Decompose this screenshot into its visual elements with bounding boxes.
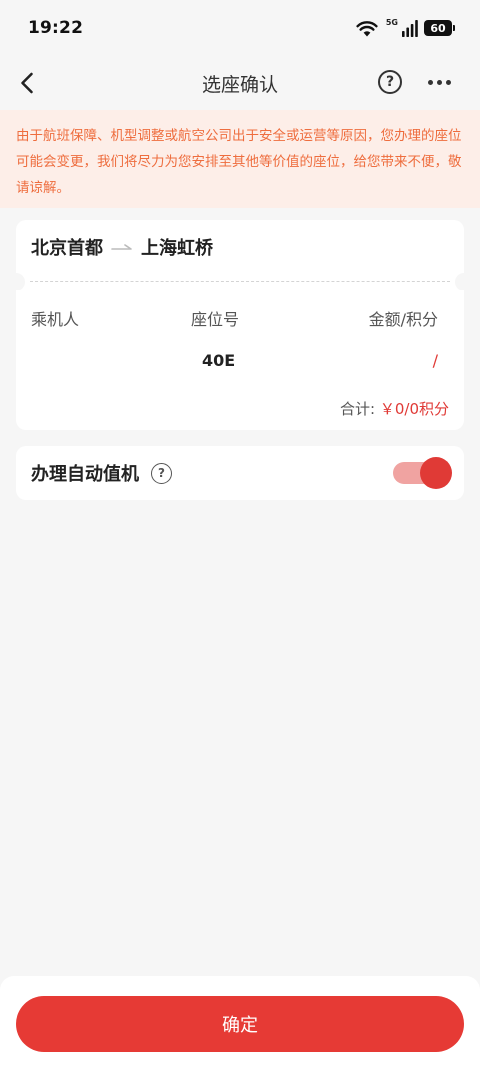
- header-seat: 座位号: [191, 310, 240, 329]
- help-glyph: ?: [385, 74, 395, 90]
- cellular-signal-icon: [402, 19, 418, 37]
- question-mark-icon[interactable]: ?: [151, 462, 172, 484]
- network-type-label: 5G: [385, 17, 398, 27]
- page-title: 选座确认: [201, 73, 278, 96]
- bottom-action-bar: 确定: [0, 976, 480, 1072]
- auto-checkin-card: 办理自动值机 ?: [16, 446, 464, 500]
- confirm-button-label: 确定: [222, 1015, 258, 1036]
- checkin-help-glyph: ?: [158, 466, 165, 480]
- status-icons: 5G 60: [356, 17, 455, 37]
- auto-checkin-label: 办理自动值机: [31, 464, 139, 485]
- status-time: 19:22: [28, 18, 84, 38]
- table-row: 40E /: [31, 351, 438, 373]
- more-options-icon[interactable]: [428, 80, 451, 85]
- auto-checkin-toggle[interactable]: [393, 457, 453, 489]
- battery-level: 60: [430, 21, 446, 35]
- seat-summary-card: 乘机人 座位号 金额/积分 40E / 合计: ￥0/0积分: [16, 290, 464, 430]
- wifi-icon: [356, 20, 378, 36]
- notice-text: 由于航班保障、机型调整或航空公司出于安全或运营等原因，您办理的座位可能会变更，我…: [16, 128, 462, 196]
- nav-bar: 选座确认 ?: [0, 56, 480, 110]
- route-arrow-icon: [111, 244, 132, 250]
- total-line: 合计: ￥0/0积分: [340, 398, 449, 419]
- header-passenger: 乘机人: [31, 310, 80, 329]
- ticket-divider: [7, 273, 473, 291]
- seat-change-notice: 由于航班保障、机型调整或航空公司出于安全或运营等原因，您办理的座位可能会变更，我…: [0, 110, 480, 208]
- route-card: 北京首都 上海虹桥: [16, 220, 464, 274]
- battery-icon: 60: [424, 20, 455, 36]
- seat-table-header: 乘机人 座位号 金额/积分: [31, 306, 438, 329]
- total-value: ￥0/0积分: [379, 400, 449, 418]
- status-bar: 19:22 5G 60: [0, 0, 480, 56]
- back-arrow-icon[interactable]: [16, 70, 42, 96]
- confirm-button[interactable]: 确定: [16, 996, 464, 1052]
- departure-city: 北京首都: [31, 238, 103, 259]
- toggle-knob: [420, 457, 452, 489]
- header-amount: 金额/积分: [368, 310, 438, 329]
- total-label: 合计:: [340, 400, 376, 418]
- row-seat-number: 40E: [202, 351, 236, 370]
- help-icon[interactable]: ?: [378, 70, 402, 94]
- row-amount: /: [432, 351, 438, 370]
- arrival-city: 上海虹桥: [141, 238, 213, 259]
